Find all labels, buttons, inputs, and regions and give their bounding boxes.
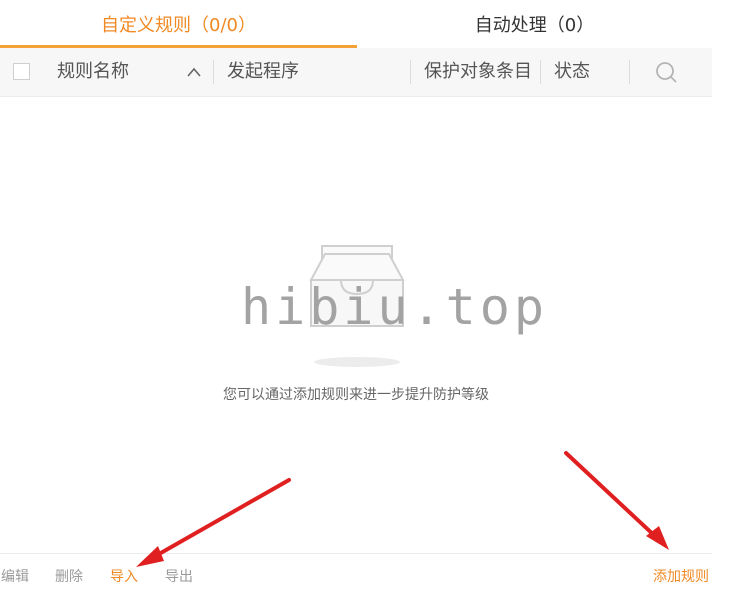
tab-bar: 自定义规则（0/0） 自动处理（0） bbox=[0, 0, 712, 51]
export-button[interactable]: 导出 bbox=[165, 566, 193, 586]
table-header: 规则名称 发起程序 保护对象条目 状态 bbox=[0, 48, 712, 97]
column-status[interactable]: 状态 bbox=[554, 48, 590, 96]
column-initiator[interactable]: 发起程序 bbox=[227, 48, 299, 96]
column-divider[interactable] bbox=[213, 60, 214, 84]
column-divider[interactable] bbox=[540, 60, 541, 84]
chevron-up-icon[interactable] bbox=[186, 48, 206, 96]
column-protected-items[interactable]: 保护对象条目 bbox=[424, 48, 532, 96]
import-button[interactable]: 导入 bbox=[110, 566, 138, 586]
select-all-checkbox[interactable] bbox=[13, 63, 30, 80]
delete-button[interactable]: 删除 bbox=[55, 566, 83, 586]
arrow-to-add-rule bbox=[564, 451, 669, 550]
add-rule-button[interactable]: 添加规则 bbox=[653, 566, 709, 586]
search-icon[interactable] bbox=[655, 48, 679, 96]
footer-toolbar: 编辑 删除 导入 导出 添加规则 bbox=[0, 553, 712, 594]
column-rule-name[interactable]: 规则名称 bbox=[57, 48, 129, 96]
column-divider[interactable] bbox=[410, 60, 411, 84]
edit-button[interactable]: 编辑 bbox=[1, 566, 29, 586]
empty-state-message: 您可以通过添加规则来进一步提升防护等级 bbox=[223, 387, 489, 403]
tab-custom-rules[interactable]: 自定义规则（0/0） bbox=[0, 0, 357, 48]
column-divider bbox=[629, 60, 630, 84]
tab-auto-handle[interactable]: 自动处理（0） bbox=[357, 0, 712, 48]
watermark-text: hibiu.top bbox=[241, 278, 548, 336]
